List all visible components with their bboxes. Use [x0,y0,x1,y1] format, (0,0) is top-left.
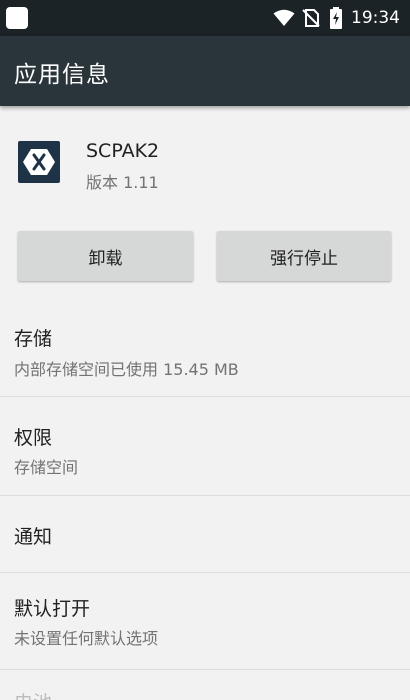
battery-charging-icon [330,7,342,29]
storage-summary: 内部存储空间已使用 15.45 MB [14,360,239,379]
settings-item-storage[interactable]: 存储 内部存储空间已使用 15.45 MB [0,300,410,396]
page-title: 应用信息 [14,62,110,88]
force-stop-button[interactable]: 强行停止 [217,231,391,281]
status-time: 19:34 [351,8,400,28]
settings-item-notifications[interactable]: 通知 [0,496,410,572]
xamarin-app-icon [18,141,60,183]
storage-title: 存储 [14,328,53,350]
settings-item-open-by-default[interactable]: 默认打开 未设置任何默认选项 [0,573,410,669]
permissions-summary: 存储空间 [14,458,79,477]
notification-icon [6,7,28,29]
battery-title: 电池 [14,688,52,700]
notifications-title: 通知 [14,526,53,548]
uninstall-button[interactable]: 卸载 [18,231,193,281]
open-by-default-title: 默认打开 [14,598,91,620]
no-sim-icon [302,9,320,27]
app-header: SCPAK2 版本 1.11 [0,106,410,210]
permissions-title: 权限 [14,427,53,449]
settings-item-permissions[interactable]: 权限 存储空间 [0,397,410,495]
app-name: SCPAK2 [86,140,160,162]
status-bar: 19:34 [0,0,410,36]
status-icons: 19:34 [273,7,400,29]
app-version: 版本 1.11 [86,173,159,192]
open-by-default-summary: 未设置任何默认选项 [14,629,159,648]
wifi-icon [273,9,295,26]
settings-item-battery[interactable]: 电池 [0,670,410,700]
app-bar: 应用信息 [0,36,410,106]
